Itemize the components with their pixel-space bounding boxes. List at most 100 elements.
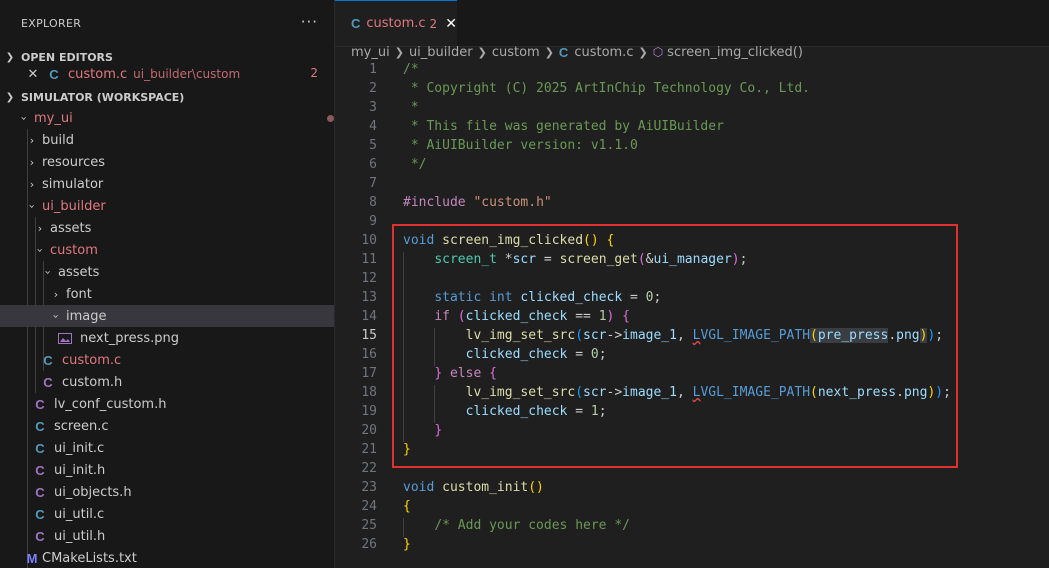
breadcrumb-item[interactable]: ui_builder <box>409 45 473 60</box>
line-number: 14 <box>361 309 377 324</box>
c-file-icon: C <box>49 66 59 82</box>
line-number: 17 <box>361 366 377 381</box>
code-line: } <box>403 537 411 552</box>
h-file-icon: C <box>43 374 53 390</box>
tree-label: next_press.png <box>80 330 180 346</box>
tree-label: custom <box>50 242 98 258</box>
code-line: #include "custom.h" <box>403 195 552 210</box>
line-number: 4 <box>369 119 377 134</box>
open-editor-item[interactable]: ✕ C custom.c ui_builder\custom 2 <box>0 63 334 85</box>
c-file-icon: C <box>43 352 53 368</box>
tab-label: custom.c <box>366 16 426 31</box>
tree-label: custom.c <box>62 352 122 368</box>
code-line: * AiUIBuilder version: v1.1.0 <box>403 138 638 153</box>
tree-label: my_ui <box>34 110 73 126</box>
tree-file-ui-objects-h[interactable]: C ui_objects.h <box>0 481 334 503</box>
chevron-right-icon: › <box>53 287 59 301</box>
breadcrumb-item[interactable]: custom.c <box>574 45 633 60</box>
tree-file-custom-c[interactable]: C custom.c 2 <box>0 349 334 371</box>
line-number: 19 <box>361 404 377 419</box>
chevron-right-icon: ❯ <box>477 45 487 59</box>
tree-folder-assets[interactable]: › assets <box>0 217 334 239</box>
chevron-right-icon: ❯ <box>394 45 404 59</box>
close-icon[interactable]: ✕ <box>445 16 457 32</box>
code-line: /* Add your codes here */ <box>434 518 630 533</box>
tree-folder-ui-builder[interactable]: › ui_builder <box>0 195 334 217</box>
tree-folder-font[interactable]: › font <box>0 283 334 305</box>
tree-label: image <box>66 308 107 324</box>
tree-file-screen-c[interactable]: C screen.c <box>0 415 334 437</box>
line-number: 1 <box>369 62 377 77</box>
h-file-icon: C <box>35 396 45 412</box>
chevron-right-icon: › <box>29 177 35 191</box>
c-file-icon: C <box>35 418 45 434</box>
line-number: 25 <box>361 518 377 533</box>
breadcrumb-item[interactable]: my_ui <box>351 45 390 60</box>
tree-folder-simulator[interactable]: › simulator <box>0 173 334 195</box>
modified-dot <box>327 115 334 122</box>
breadcrumb-item[interactable]: custom <box>492 45 540 60</box>
tree-label: resources <box>42 154 106 170</box>
tree-label: lv_conf_custom.h <box>54 396 167 412</box>
explorer-sidebar: EXPLORER ··· ❯ OPEN EDITORS ✕ C custom.c… <box>0 0 335 568</box>
tree-file-ui-init-h[interactable]: C ui_init.h <box>0 459 334 481</box>
c-file-icon: C <box>35 506 45 522</box>
line-number: 3 <box>369 100 377 115</box>
line-number: 12 <box>361 271 377 286</box>
line-number: 9 <box>369 214 377 229</box>
open-editors-label: OPEN EDITORS <box>21 50 113 64</box>
chevron-down-icon: › <box>17 115 31 121</box>
chevron-right-icon: › <box>29 133 35 147</box>
tree-folder-build[interactable]: › build <box>0 129 334 151</box>
tree-label: ui_util.h <box>54 528 106 544</box>
breadcrumb-item[interactable]: screen_img_clicked() <box>667 45 803 60</box>
tree-file-next-press[interactable]: next_press.png <box>0 327 334 349</box>
code-line: void custom_init() <box>403 480 544 495</box>
workspace-header[interactable]: ❯ SIMULATOR (WORKSPACE) <box>0 86 185 108</box>
chevron-down-icon: ❯ <box>5 91 15 103</box>
line-number: 2 <box>369 81 377 96</box>
tree-folder-custom[interactable]: › custom <box>0 239 334 261</box>
tab-problems-badge: 2 <box>429 16 438 31</box>
chevron-right-icon: › <box>29 155 35 169</box>
tree-folder-assets-nested[interactable]: › assets <box>0 261 334 283</box>
tree-label: font <box>66 286 92 302</box>
close-icon[interactable]: ✕ <box>25 67 41 82</box>
h-file-icon: C <box>35 462 45 478</box>
explorer-title-text: EXPLORER <box>21 16 82 30</box>
line-number: 24 <box>361 499 377 514</box>
tree-file-ui-init-c[interactable]: C ui_init.c <box>0 437 334 459</box>
open-editor-path: ui_builder\custom <box>133 67 241 81</box>
tree-file-ui-util-c[interactable]: C ui_util.c <box>0 503 334 525</box>
problems-badge: 2 <box>310 66 318 80</box>
tree-folder-image[interactable]: › image <box>0 305 334 327</box>
tree-folder-my-ui[interactable]: › my_ui <box>0 107 334 129</box>
chevron-down-icon: ❯ <box>5 51 15 63</box>
explorer-title: EXPLORER ··· <box>0 0 334 46</box>
line-number: 26 <box>361 537 377 552</box>
line-number: 8 <box>369 195 377 210</box>
tree-label: assets <box>50 220 92 236</box>
tree-label: ui_builder <box>42 198 106 214</box>
more-actions-icon[interactable]: ··· <box>301 13 318 31</box>
tree-label: ui_init.c <box>54 440 105 456</box>
tree-file-ui-util-h[interactable]: C ui_util.h <box>0 525 334 547</box>
chevron-right-icon: ❯ <box>638 45 648 59</box>
tree-folder-resources[interactable]: › resources <box>0 151 334 173</box>
tab-custom-c[interactable]: C custom.c 2 ✕ <box>335 0 457 46</box>
chevron-right-icon: ❯ <box>544 45 554 59</box>
h-file-icon: C <box>35 528 45 544</box>
tree-file-lv-conf[interactable]: C lv_conf_custom.h <box>0 393 334 415</box>
line-number: 23 <box>361 480 377 495</box>
line-number: 11 <box>361 252 377 267</box>
code-line: /* <box>403 62 419 77</box>
tab-bar: C custom.c 2 ✕ <box>335 0 1049 47</box>
breadcrumb: my_ui ❯ ui_builder ❯ custom ❯ C custom.c… <box>335 41 803 63</box>
tree-label: ui_objects.h <box>54 484 132 500</box>
code-line: * Copyright (C) 2025 ArtInChip Technolog… <box>403 81 810 96</box>
c-file-icon: C <box>558 44 569 60</box>
tree-file-cmakelists[interactable]: M CMakeLists.txt <box>0 547 334 568</box>
tree-file-custom-h[interactable]: C custom.h <box>0 371 334 393</box>
tree-label: build <box>42 132 74 148</box>
line-number: 10 <box>361 233 377 248</box>
